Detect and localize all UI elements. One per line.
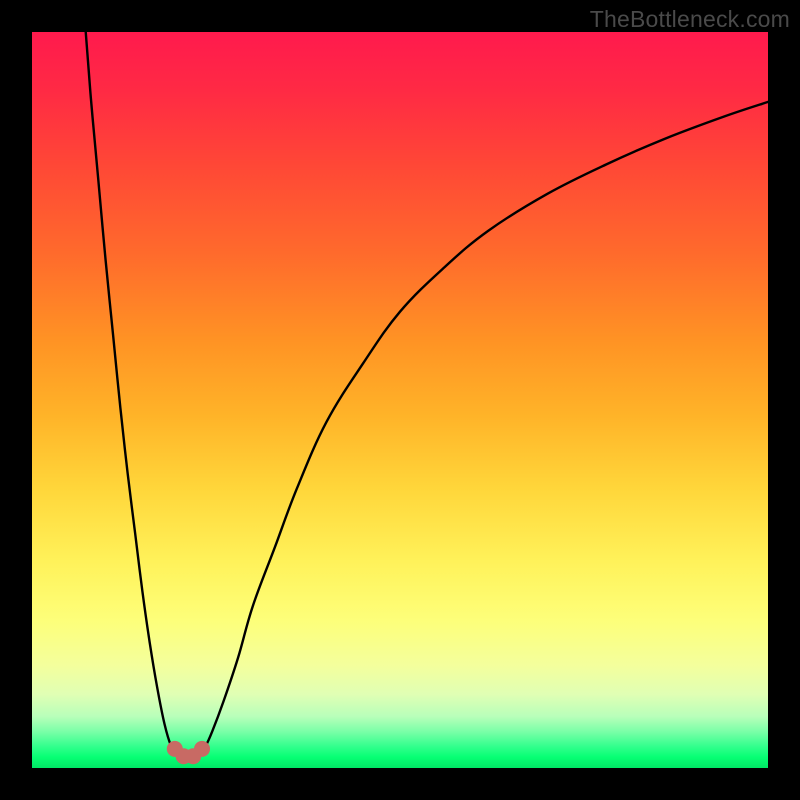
- watermark-text: TheBottleneck.com: [590, 6, 790, 33]
- plot-area: [32, 32, 768, 768]
- valley-dots: [167, 741, 210, 764]
- curve-left-branch: [86, 32, 177, 753]
- curve-layer: [32, 32, 768, 768]
- valley-dot: [194, 741, 210, 757]
- chart-frame: TheBottleneck.com: [0, 0, 800, 800]
- curve-right-branch: [200, 102, 768, 753]
